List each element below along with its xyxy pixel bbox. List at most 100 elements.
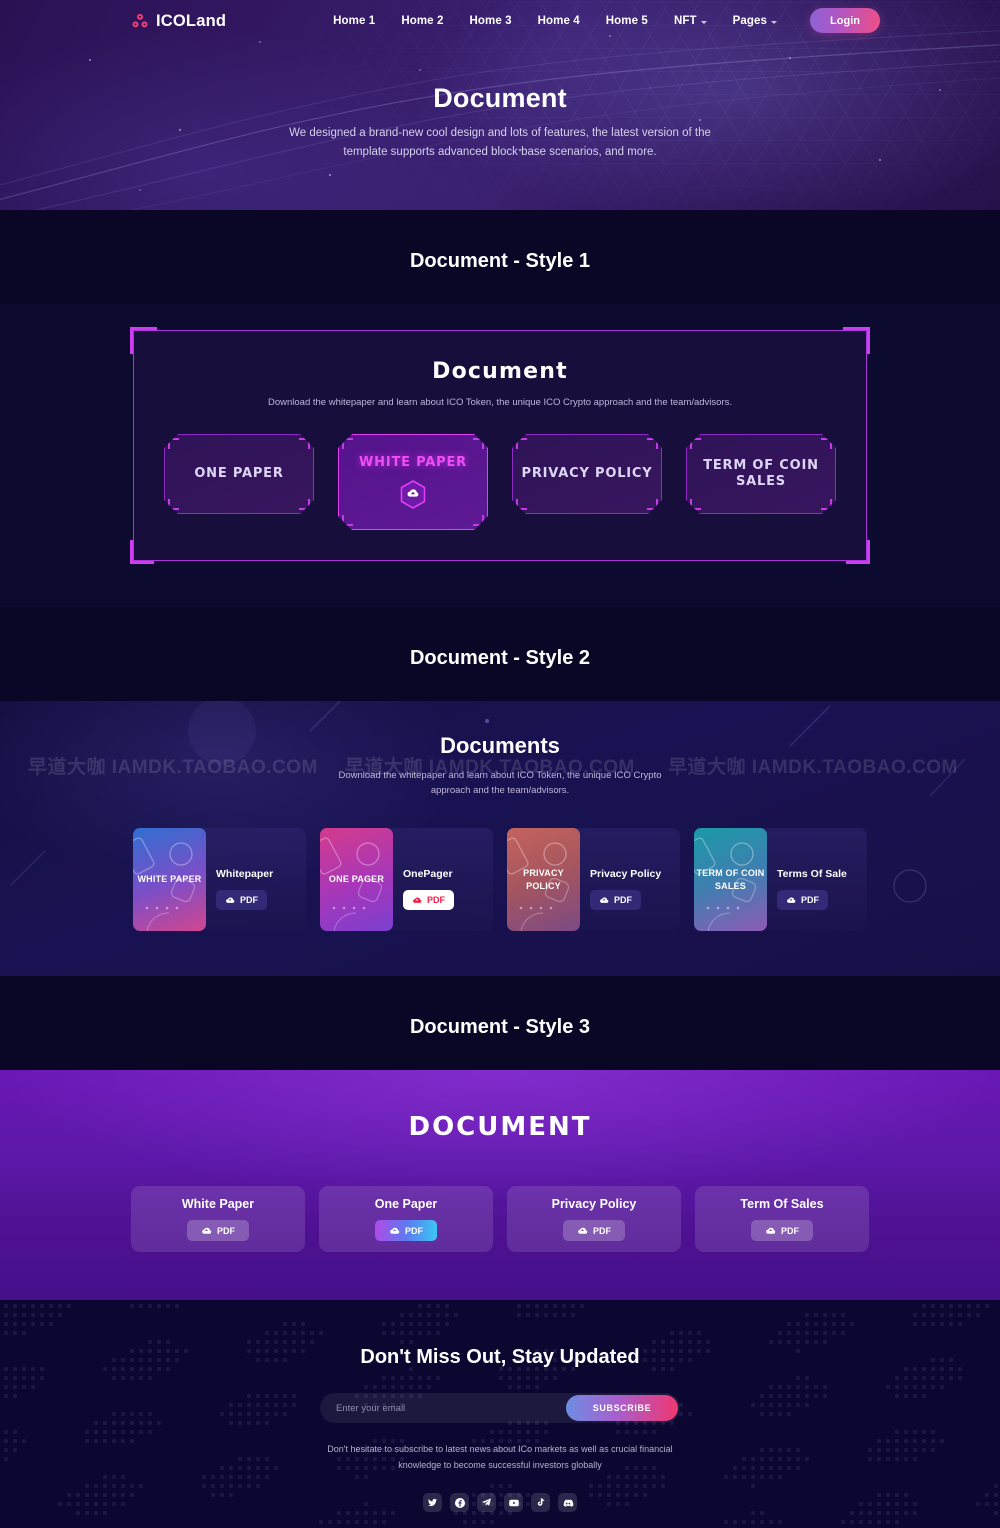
card-corner-icon [473, 515, 484, 526]
nav-link-home-1[interactable]: Home 1 [333, 15, 375, 27]
subscribe-button[interactable]: SUBSCRIBE [566, 1395, 678, 1421]
style-1-card-one-paper[interactable]: ONE PAPER [164, 434, 314, 514]
pdf-download-button[interactable]: PDF [216, 890, 267, 910]
section-heading-style-3: Document - Style 3 [0, 976, 1000, 1070]
section-heading-style-1: Document - Style 1 [0, 210, 1000, 304]
brand-logo[interactable]: ICOLand [131, 12, 226, 31]
style-2-card-list: WHITE PAPER Whitepaper PDF ONE PAGER One… [0, 828, 1000, 931]
navbar: ICOLand Home 1 Home 2 Home 3 Home 4 Home… [0, 0, 1000, 42]
molecule-logo-icon [132, 13, 148, 28]
style-2-card-onepager[interactable]: ONE PAGER OnePager PDF [320, 828, 493, 931]
pdf-download-button[interactable]: PDF [777, 890, 828, 910]
style-1-section: Document Download the whitepaper and lea… [0, 304, 1000, 607]
card-corner-icon [168, 499, 179, 510]
card-corner-icon [473, 438, 484, 449]
pdf-download-button[interactable]: PDF [403, 890, 454, 910]
card-corner-icon [342, 438, 353, 449]
document-thumbnail: TERM OF COIN SALES [694, 828, 767, 931]
card-label: TERM OF COIN SALES [703, 458, 819, 489]
card-corner-icon [690, 438, 701, 449]
nav-link-home-2[interactable]: Home 2 [401, 15, 443, 27]
hero-title: Document [433, 83, 567, 113]
document-name: Term Of Sales [740, 1197, 824, 1211]
cloud-download-icon [600, 897, 609, 903]
hero-subtitle: We designed a brand-new cool design and … [289, 127, 711, 158]
document-name: OnePager [403, 868, 453, 880]
tiktok-icon[interactable] [531, 1493, 550, 1512]
pdf-download-button[interactable]: PDF [187, 1220, 249, 1241]
nav-link-nft[interactable]: NFT [674, 15, 707, 27]
style-1-card-privacy-policy[interactable]: PRIVACY POLICY [512, 434, 662, 514]
style-3-card-one-paper[interactable]: One Paper PDF [319, 1186, 493, 1252]
pdf-download-button[interactable]: PDF [375, 1220, 437, 1241]
document-thumbnail: PRIVACY POLICY [507, 828, 580, 931]
style-3-title: DOCUMENT [408, 1112, 592, 1142]
document-thumbnail: ONE PAGER [320, 828, 393, 931]
nav-link-pages[interactable]: Pages [733, 15, 777, 27]
card-label: ONE PAPER [194, 466, 284, 481]
card-corner-icon [342, 515, 353, 526]
style-1-card-white-paper[interactable]: WHITE PAPER [338, 434, 488, 530]
card-corner-icon [647, 499, 658, 510]
card-corner-icon [299, 438, 310, 449]
cloud-download-icon [787, 897, 796, 903]
nav-link-home-3[interactable]: Home 3 [469, 15, 511, 27]
chevron-down-icon [770, 20, 777, 24]
style-3-card-privacy-policy[interactable]: Privacy Policy PDF [507, 1186, 681, 1252]
facebook-icon[interactable] [450, 1493, 469, 1512]
chevron-down-icon [700, 20, 707, 24]
pdf-label: PDF [614, 895, 632, 905]
style-3-section: DOCUMENT White Paper PDF One Paper PDF P… [0, 1070, 1000, 1300]
style-2-title: Documents [440, 733, 560, 758]
card-label: WHITE PAPER [359, 455, 467, 470]
pdf-download-button[interactable]: PDF [563, 1220, 625, 1241]
pdf-label: PDF [427, 895, 445, 905]
youtube-icon[interactable] [504, 1493, 523, 1512]
hero-section: ICOLand Home 1 Home 2 Home 3 Home 4 Home… [0, 0, 1000, 210]
nav-link-home-4[interactable]: Home 4 [538, 15, 580, 27]
card-corner-icon [647, 438, 658, 449]
pdf-label: PDF [781, 1225, 799, 1236]
card-meta: Whitepaper PDF [216, 828, 273, 910]
section-heading-style-2: Document - Style 2 [0, 607, 1000, 701]
cloud-download-icon [766, 1227, 776, 1234]
style-1-title: Document [432, 359, 568, 384]
card-label: PRIVACY POLICY [521, 466, 653, 481]
card-corner-icon [690, 499, 701, 510]
thumbnail-label: WHITE PAPER [137, 874, 202, 884]
style-1-card-term-of-coin-sales[interactable]: TERM OF COIN SALES [686, 434, 836, 514]
document-name: Terms Of Sale [777, 868, 847, 880]
telegram-icon[interactable] [477, 1493, 496, 1512]
card-corner-icon [168, 438, 179, 449]
style-2-subtitle: Download the whitepaper and learn about … [338, 770, 662, 796]
pdf-label: PDF [217, 1225, 235, 1236]
style-3-card-white-paper[interactable]: White Paper PDF [131, 1186, 305, 1252]
card-corner-icon [516, 438, 527, 449]
twitter-icon[interactable] [423, 1493, 442, 1512]
nav-link-label: Home 3 [469, 15, 512, 27]
download-hexagon-icon[interactable] [400, 480, 426, 509]
nav-link-label: Home 1 [333, 15, 376, 27]
social-links [0, 1493, 1000, 1512]
card-corner-icon [821, 438, 832, 449]
style-2-section: Documents Download the whitepaper and le… [0, 701, 1000, 976]
style-2-card-privacy-policy[interactable]: PRIVACY POLICY Privacy Policy PDF [507, 828, 680, 931]
frame-corner-bottom-right [846, 540, 870, 564]
document-name: Privacy Policy [590, 868, 662, 880]
newsletter-form: SUBSCRIBE [320, 1393, 680, 1423]
card-corner-icon [516, 499, 527, 510]
discord-icon[interactable] [558, 1493, 577, 1512]
pdf-download-button[interactable]: PDF [751, 1220, 813, 1241]
footer-section: Don't Miss Out, Stay Updated SUBSCRIBE D… [0, 1300, 1000, 1528]
document-name: Whitepaper [216, 868, 274, 880]
style-3-card-term-of-sales[interactable]: Term Of Sales PDF [695, 1186, 869, 1252]
nav-link-home-5[interactable]: Home 5 [606, 15, 648, 27]
thumbnail-label: TERM OF COIN SALES [696, 867, 765, 891]
pdf-download-button[interactable]: PDF [590, 890, 641, 910]
login-button[interactable]: Login [810, 8, 880, 33]
cloud-download-icon [413, 897, 422, 903]
style-2-card-whitepaper[interactable]: WHITE PAPER Whitepaper PDF [133, 828, 306, 931]
email-input[interactable] [320, 1402, 566, 1414]
card-meta: Privacy Policy PDF [590, 828, 661, 910]
style-2-card-terms-of-sale[interactable]: TERM OF COIN SALES Terms Of Sale PDF [694, 828, 867, 931]
